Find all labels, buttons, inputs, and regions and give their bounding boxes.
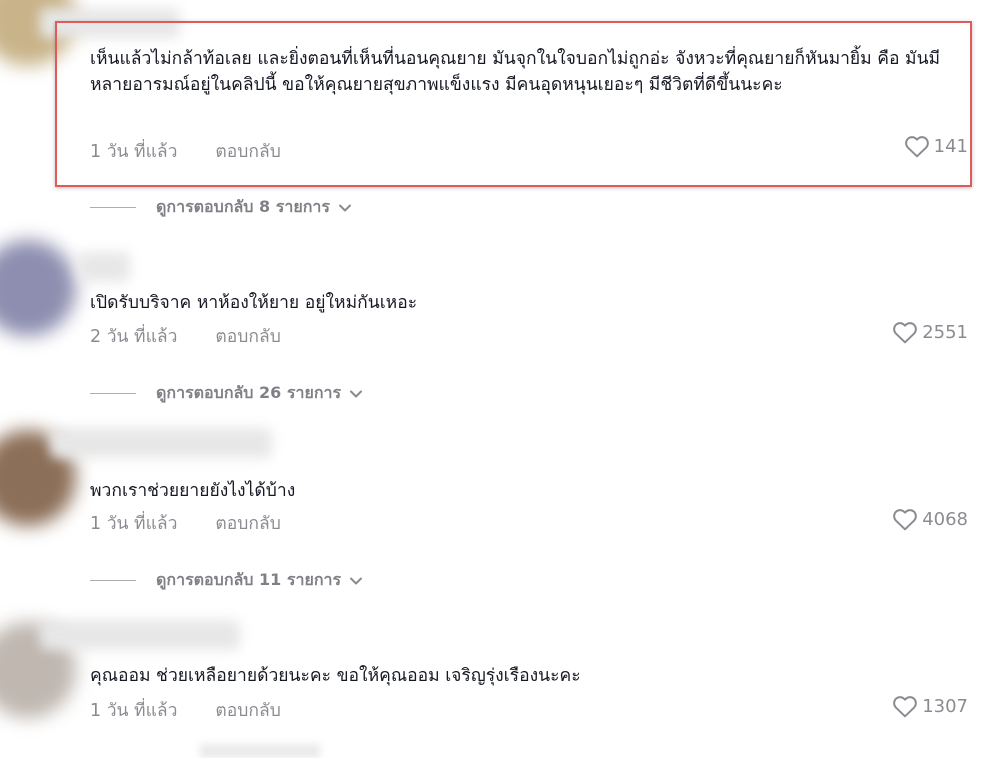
comment-timestamp: 1 วัน ที่แล้ว (90, 142, 178, 162)
reply-button[interactable]: ตอบกลับ (215, 509, 280, 537)
view-replies-label: ดูการตอบกลับ 8 รายการ (156, 197, 330, 216)
like-button[interactable]: 1307 (892, 694, 968, 718)
view-replies-label: ดูการตอบกลับ 11 รายการ (156, 570, 342, 589)
username-blurred[interactable] (50, 428, 272, 458)
view-replies-button[interactable]: ดูการตอบกลับ 26 รายการ (90, 381, 363, 406)
view-replies-label: ดูการตอบกลับ 26 รายการ (156, 383, 342, 402)
chevron-down-icon (350, 577, 363, 584)
reply-button[interactable]: ตอบกลับ (215, 137, 280, 165)
heart-outline-icon (893, 509, 918, 531)
comment-meta: 2 วัน ที่แล้ว ตอบกลับ (90, 322, 281, 350)
comment-text: พวกเราช่วยยายยังไงได้บ้าง (90, 481, 296, 501)
username-blurred[interactable] (40, 620, 240, 650)
like-count: 2551 (922, 321, 968, 343)
heart-outline-icon (893, 696, 918, 718)
chevron-down-icon (350, 390, 363, 397)
heart-outline-icon (904, 136, 929, 158)
divider-line (90, 393, 136, 394)
like-button[interactable]: 141 (904, 134, 968, 158)
comment-text: เปิดรับบริจาค หาห้องให้ยาย อยู่ใหม่กันเห… (90, 293, 418, 313)
comment-timestamp: 1 วัน ที่แล้ว (90, 701, 178, 721)
view-replies-button[interactable]: ดูการตอบกลับ 8 รายการ (90, 195, 352, 220)
comment-timestamp: 2 วัน ที่แล้ว (90, 327, 178, 347)
like-count: 141 (933, 135, 968, 157)
reply-button[interactable]: ตอบกลับ (215, 322, 280, 350)
divider-line (90, 207, 136, 208)
like-count: 1307 (922, 695, 968, 717)
username-blurred[interactable] (78, 252, 130, 282)
comment-meta: 1 วัน ที่แล้ว ตอบกลับ (90, 696, 281, 724)
comment-text: คุณออม ช่วยเหลือยายด้วยนะคะ ขอให้คุณออม … (90, 666, 581, 686)
heart-outline-icon (893, 322, 918, 344)
view-replies-button[interactable]: ดูการตอบกลับ 11 รายการ (90, 568, 363, 593)
comment-meta: 1 วัน ที่แล้ว ตอบกลับ (90, 509, 281, 537)
divider-line (90, 580, 136, 581)
comment-timestamp: 1 วัน ที่แล้ว (90, 514, 178, 534)
like-button[interactable]: 4068 (892, 507, 968, 531)
like-count: 4068 (922, 508, 968, 530)
comment-text: เห็นแล้วไม่กล้าท้อเลย และยิ่งตอนที่เห็นท… (90, 49, 941, 95)
like-button[interactable]: 2551 (892, 320, 968, 344)
avatar[interactable] (0, 240, 76, 336)
chevron-down-icon (338, 204, 351, 211)
reply-button[interactable]: ตอบกลับ (215, 696, 280, 724)
comment-meta: 1 วัน ที่แล้ว ตอบกลับ (90, 137, 281, 165)
